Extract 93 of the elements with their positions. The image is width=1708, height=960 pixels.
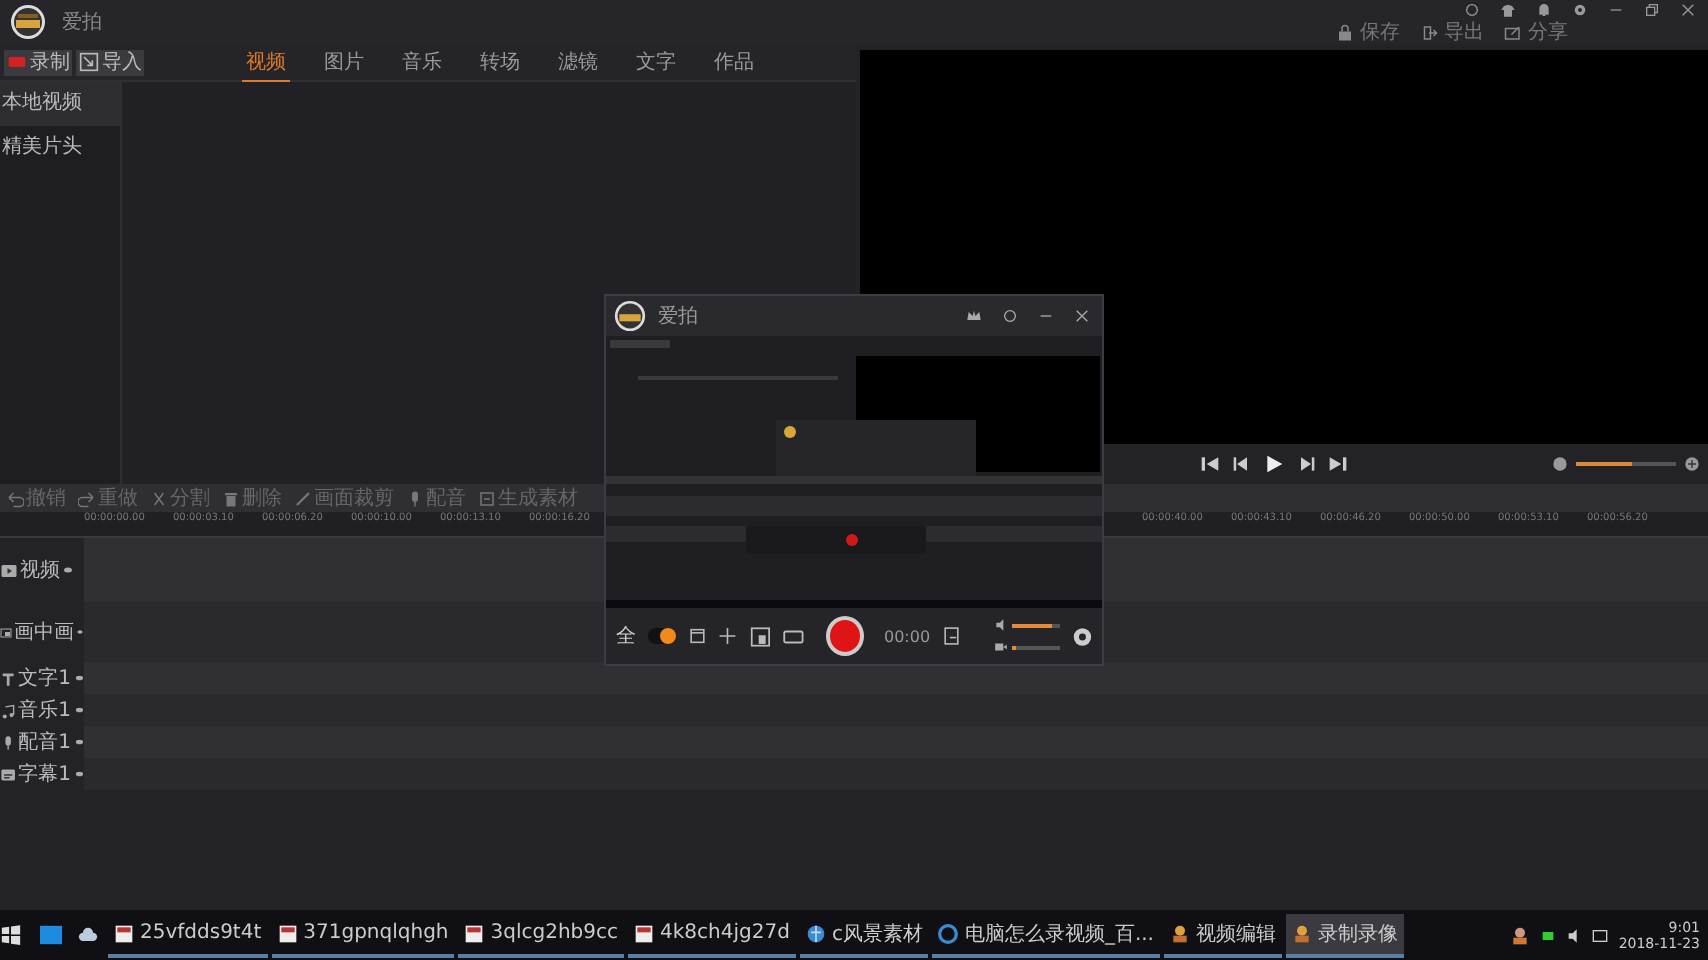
eye-icon — [73, 704, 84, 716]
app-logo-icon — [10, 4, 46, 40]
sidebar-item[interactable]: 本地视频 — [0, 82, 120, 126]
library-tab[interactable]: 图片 — [320, 43, 368, 81]
settings-icon — [1071, 625, 1092, 647]
zoom-in-icon[interactable] — [1684, 456, 1700, 472]
taskbar-item[interactable]: 录制录像 — [1285, 913, 1404, 957]
record-icon — [6, 52, 28, 72]
microphone-icon — [406, 489, 424, 507]
app-logo-icon — [614, 300, 646, 332]
windows-start-icon — [0, 924, 22, 946]
skip-forward-icon[interactable] — [1328, 454, 1348, 474]
library-tab[interactable]: 文字 — [632, 43, 680, 81]
library-button[interactable]: 导入 — [76, 49, 144, 75]
library-tab[interactable]: 视频 — [242, 43, 290, 81]
fullscreen-toggle[interactable] — [648, 628, 676, 644]
taskbar-item[interactable]: c风景素材 — [799, 913, 929, 957]
square-icon — [478, 489, 496, 507]
library-button[interactable]: 录制 — [4, 49, 72, 75]
close-icon — [1074, 308, 1090, 324]
picture-in-picture-icon — [0, 623, 12, 641]
eye-icon — [73, 672, 84, 684]
sidebar-item[interactable]: 精美片头 — [0, 126, 120, 170]
header-action[interactable]: 分享 — [1504, 20, 1568, 44]
step-forward-icon[interactable] — [1296, 454, 1316, 474]
text-icon — [0, 669, 17, 687]
track-label: 视频 — [20, 557, 60, 584]
bell-icon — [1536, 2, 1552, 18]
crown-icon — [966, 308, 982, 324]
video-icon — [0, 561, 18, 579]
app-icon — [1291, 923, 1312, 943]
window-title: 爱拍 — [62, 9, 102, 36]
help-icon — [1464, 2, 1480, 18]
app-icon — [1169, 923, 1190, 943]
screenshot-icon — [942, 626, 962, 646]
speaker-icon — [1566, 927, 1583, 943]
export-icon — [1420, 23, 1438, 41]
redo-icon — [78, 489, 96, 507]
trash-icon — [222, 489, 240, 507]
import-icon — [78, 52, 100, 72]
person-icon — [1510, 925, 1531, 945]
taskbar-item[interactable]: 371gpnqlqhgh — [271, 913, 455, 957]
document-icon — [464, 923, 485, 943]
taskbar-item[interactable]: 3qlcg2hb9cc — [458, 913, 625, 957]
document-icon — [634, 923, 655, 943]
window-title: 爱拍 — [658, 303, 698, 330]
browser-icon — [938, 923, 959, 943]
plus-icon — [718, 626, 738, 646]
mode-label: 全 — [616, 624, 636, 650]
subtitle-icon — [0, 765, 17, 783]
library-tab[interactable]: 转场 — [476, 43, 524, 81]
shirt-icon — [1500, 2, 1516, 18]
speaker-icon — [993, 618, 1008, 632]
track-label: 音乐1 — [18, 697, 72, 724]
window-icon — [688, 626, 707, 646]
track-label: 画中画 — [14, 619, 74, 646]
library-tab[interactable]: 滤镜 — [554, 43, 602, 81]
skip-back-icon[interactable] — [1200, 454, 1220, 474]
library-tab[interactable]: 音乐 — [398, 43, 446, 81]
taskbar-item[interactable]: 25vfdds9t4t — [108, 913, 268, 957]
track-label: 配音1 — [18, 729, 72, 756]
pencil-icon — [294, 489, 312, 507]
task-view-icon — [38, 924, 64, 946]
undo-icon — [6, 489, 24, 507]
globe-icon — [805, 923, 826, 943]
eye-icon — [73, 768, 84, 780]
document-icon — [114, 923, 134, 943]
eye-icon — [62, 564, 74, 576]
record-button[interactable] — [825, 616, 864, 656]
header-action[interactable]: 导出 — [1420, 20, 1484, 44]
document-icon — [277, 923, 298, 943]
record-timer: 00:00 — [883, 627, 931, 645]
header-action[interactable]: 保存 — [1336, 20, 1400, 44]
restore-icon — [1644, 2, 1660, 18]
lock-icon — [1336, 23, 1354, 41]
cloud-icon — [76, 925, 100, 945]
share-icon — [1504, 23, 1522, 41]
microphone-icon — [0, 733, 17, 751]
taskbar-item[interactable]: 视频编辑 — [1163, 913, 1282, 957]
scissors-icon — [150, 489, 168, 507]
eye-icon — [73, 736, 84, 748]
close-icon — [1680, 2, 1696, 18]
zoom-out-icon[interactable] — [1552, 456, 1568, 472]
help-icon — [1002, 308, 1018, 324]
play-icon[interactable] — [1264, 454, 1284, 474]
taskbar-item[interactable]: 电脑怎么录视频_百... — [932, 913, 1160, 957]
track-label: 字幕1 — [18, 761, 72, 788]
track-label: 文字1 — [18, 665, 72, 692]
step-back-icon[interactable] — [1232, 454, 1252, 474]
region-icon — [749, 625, 771, 647]
library-tab[interactable]: 作品 — [710, 43, 758, 81]
taskbar-item[interactable]: 4k8ch4jg27d — [628, 913, 796, 957]
music-note-icon — [0, 701, 17, 719]
